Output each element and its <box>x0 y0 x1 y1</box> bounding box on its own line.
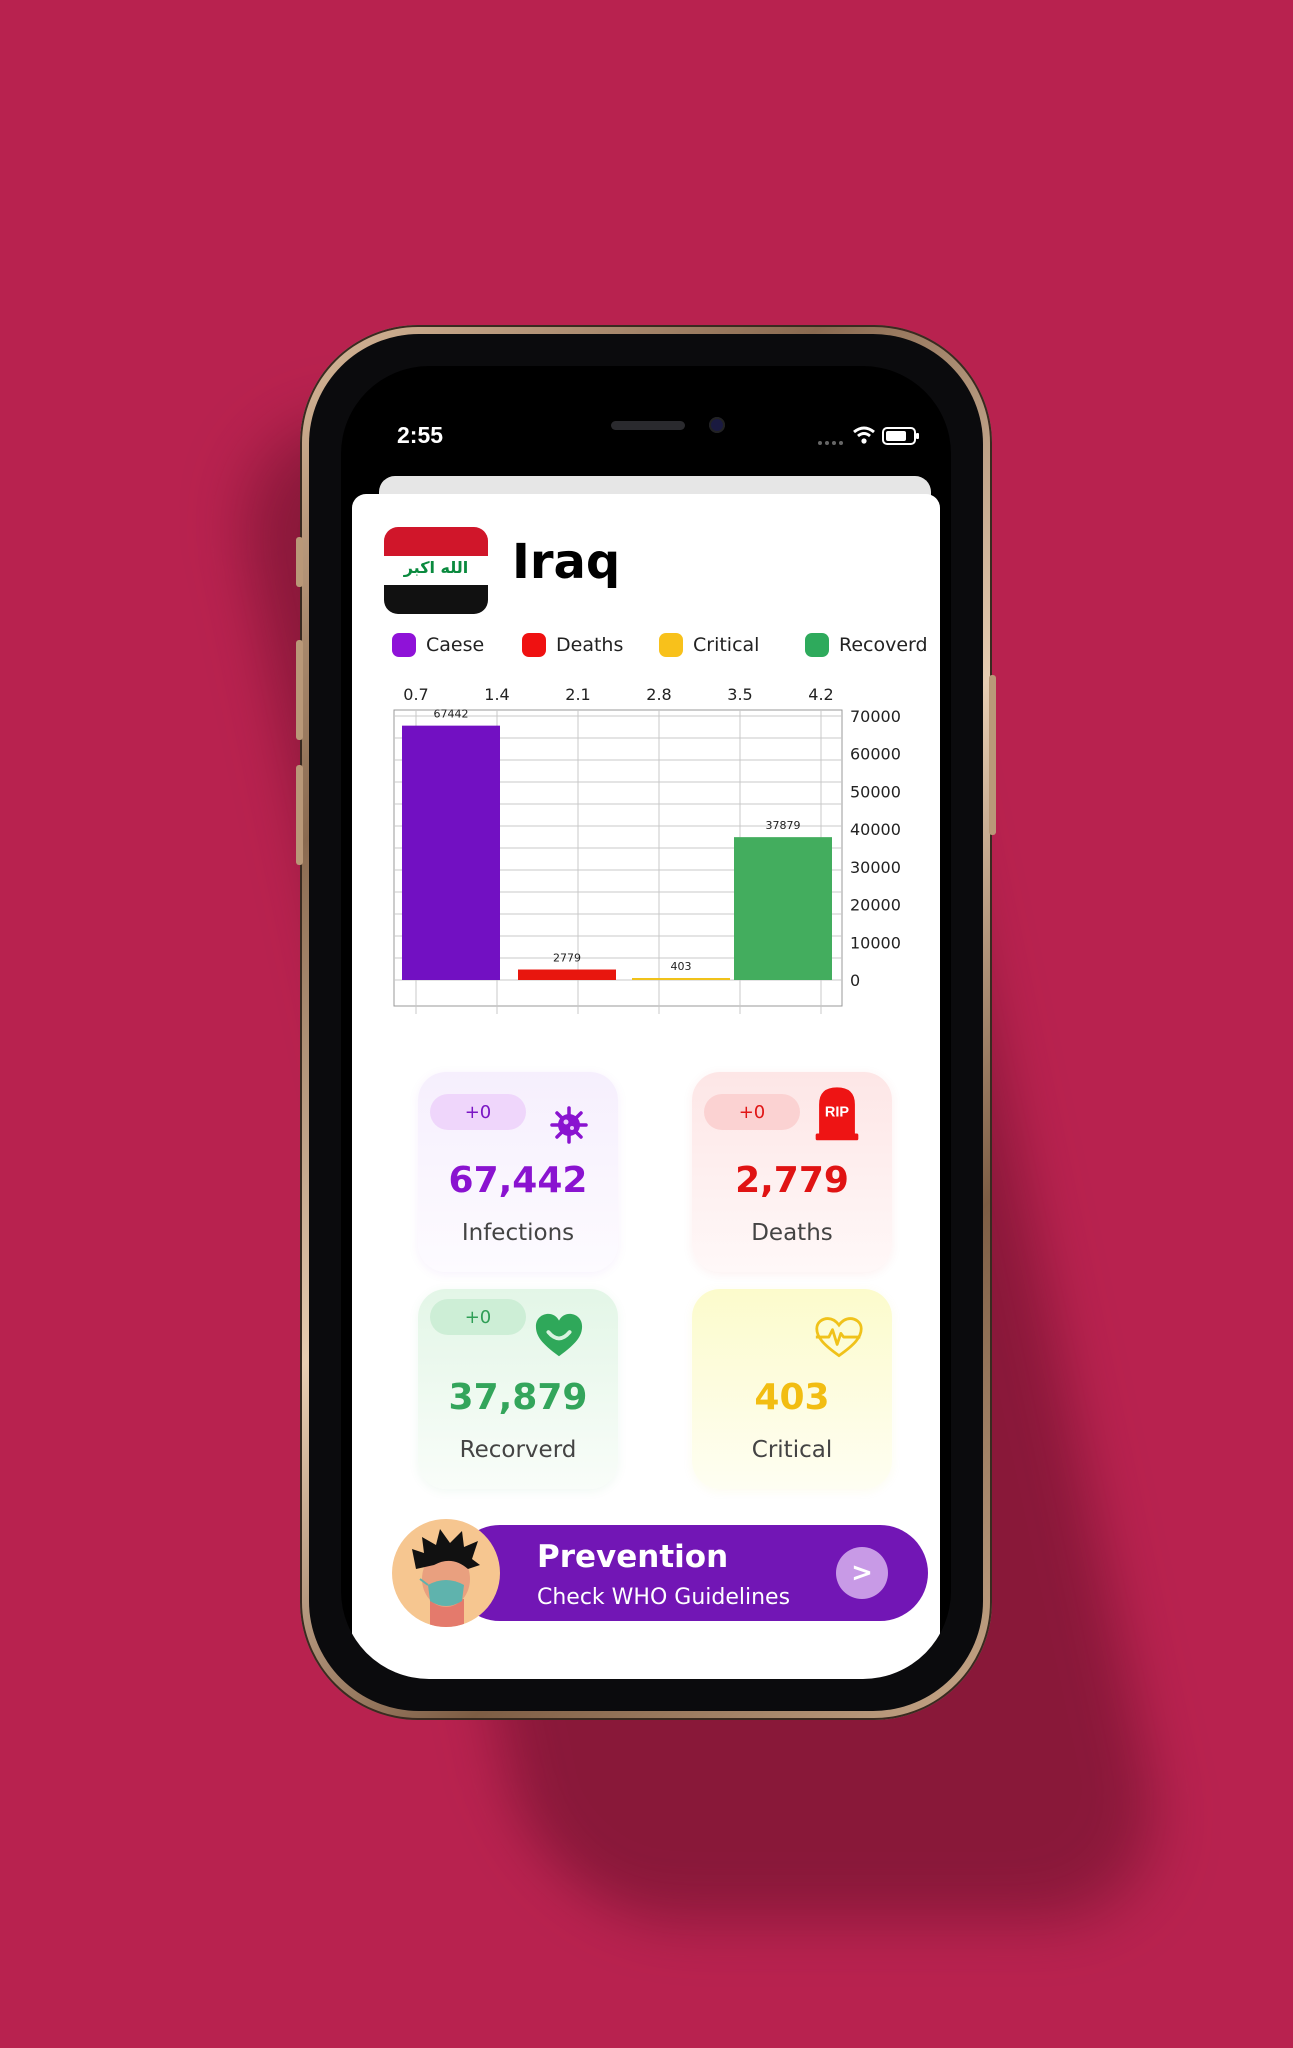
tombstone-rip-icon: RIP <box>815 1087 859 1141</box>
battery-icon <box>882 427 919 445</box>
recovered-delta-badge: +0 <box>430 1299 526 1335</box>
status-time: 2:55 <box>397 422 444 448</box>
legend-swatch <box>522 633 546 657</box>
infections-label: Infections <box>461 1220 575 1246</box>
recovered-card[interactable]: +0 37,879 Recorverd <box>418 1289 618 1489</box>
legend-label: Deaths <box>556 634 624 656</box>
flag-script: الله اكبر <box>403 558 469 577</box>
heart-smile-icon <box>535 1313 583 1357</box>
prevention-subtitle: Check WHO Guidelines <box>537 1585 791 1610</box>
x-tick-label: 2.1 <box>565 685 590 704</box>
rip-text: RIP <box>825 1104 850 1120</box>
legend-item-recovered: Recoverd <box>805 630 928 660</box>
y-tick-label: 60000 <box>850 745 901 764</box>
x-tick-label: 3.5 <box>727 685 752 704</box>
critical-count: 403 <box>754 1377 830 1418</box>
bar-value-label: 403 <box>671 960 692 973</box>
wifi-icon <box>853 426 875 444</box>
legend-label: Recoverd <box>839 634 928 656</box>
country-name: Iraq <box>512 534 621 590</box>
recovered-label: Recorverd <box>459 1437 577 1463</box>
y-tick-label: 10000 <box>850 933 901 952</box>
bar-value-label: 67442 <box>434 708 469 721</box>
deaths-count: 2,779 <box>735 1160 849 1201</box>
silent-switch <box>296 537 303 587</box>
chart-legend: Caese Deaths Critical Recoverd <box>392 630 932 660</box>
cases-bar-chart: 0.7 1.4 2.1 2.8 3.5 4.2 0 10000 20000 30000 40000 5… <box>393 685 901 1014</box>
y-tick-label: 40000 <box>850 820 901 839</box>
earpiece-speaker <box>611 421 685 430</box>
y-tick-label: 50000 <box>850 782 901 801</box>
infections-delta-badge: +0 <box>430 1094 526 1130</box>
bar-value-label: 37879 <box>766 819 801 832</box>
x-tick-label: 2.8 <box>646 685 671 704</box>
bar-recoverd <box>734 837 832 980</box>
critical-card[interactable]: 403 Critical <box>692 1289 892 1489</box>
deaths-delta-badge: +0 <box>704 1094 800 1130</box>
critical-label: Critical <box>751 1437 833 1463</box>
legend-swatch <box>392 633 416 657</box>
legend-swatch <box>805 633 829 657</box>
legend-item-cases: Caese <box>392 630 484 660</box>
country-detail-sheet: الله اكبر Iraq Caese Deaths Critical Rec… <box>352 494 940 1679</box>
legend-label: Caese <box>426 634 485 656</box>
bar-critical <box>632 978 730 980</box>
infections-card[interactable]: +0 67,442 Infections <box>418 1072 618 1272</box>
deaths-card[interactable]: +0 RIP 2,779 Deaths <box>692 1072 892 1272</box>
prevention-banner[interactable]: Prevention Check WHO Guidelines > <box>392 1519 928 1627</box>
y-tick-label: 0 <box>850 971 860 990</box>
y-tick-label: 70000 <box>850 707 901 726</box>
volume-down-button <box>296 765 303 865</box>
x-tick-label: 0.7 <box>403 685 428 704</box>
legend-item-critical: Critical <box>659 630 759 660</box>
y-tick-label: 20000 <box>850 896 901 915</box>
bar-value-label: 2779 <box>553 952 581 965</box>
phone-device: 2:55 الله اكبر Iraq Caese Deaths Critica… <box>296 325 996 1720</box>
iraq-flag-icon: الله اكبر <box>384 527 488 614</box>
legend-swatch <box>659 633 683 657</box>
heart-pulse-icon <box>815 1317 863 1358</box>
bar-deaths <box>518 969 616 980</box>
virus-icon <box>550 1106 588 1144</box>
prevention-go-button[interactable]: > <box>836 1547 888 1599</box>
front-camera <box>709 417 725 433</box>
masked-person-avatar <box>392 1519 500 1627</box>
phone-screen: 2:55 الله اكبر Iraq Caese Deaths Critica… <box>341 366 951 1679</box>
x-tick-label: 1.4 <box>484 685 509 704</box>
y-tick-label: 30000 <box>850 858 901 877</box>
x-tick-label: 4.2 <box>808 685 833 704</box>
deaths-label: Deaths <box>751 1220 833 1246</box>
infections-count: 67,442 <box>448 1160 588 1201</box>
legend-item-deaths: Deaths <box>522 630 623 660</box>
prevention-title: Prevention <box>537 1539 729 1575</box>
bar-caese <box>402 725 500 980</box>
volume-up-button <box>296 640 303 740</box>
power-button <box>989 675 996 835</box>
signal-icon <box>818 441 843 445</box>
recovered-count: 37,879 <box>448 1377 588 1418</box>
legend-label: Critical <box>693 634 760 656</box>
